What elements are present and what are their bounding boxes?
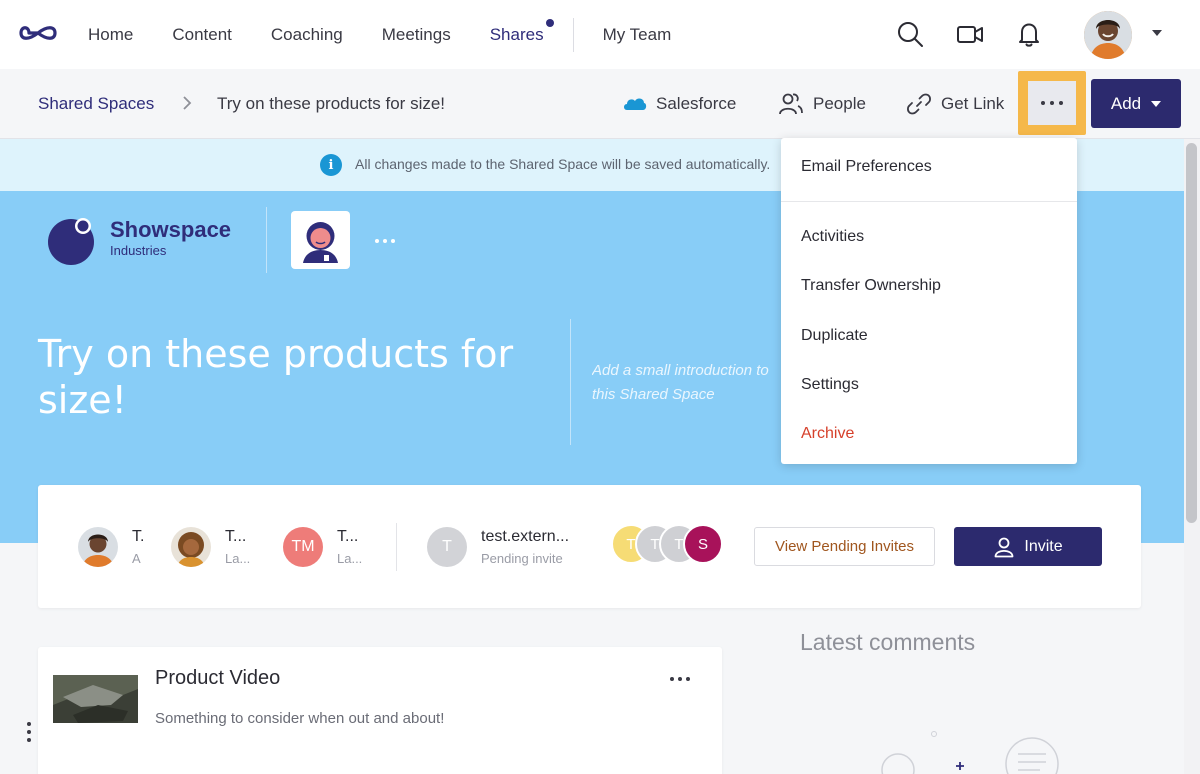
brand-subtitle: Industries [110, 243, 167, 258]
owner-options-icon[interactable] [375, 239, 395, 243]
showspace-logo-icon [48, 218, 94, 265]
get-link-button[interactable]: Get Link [906, 91, 1004, 117]
hero-divider [266, 207, 267, 273]
video-camera-icon[interactable] [956, 20, 984, 48]
breadcrumb-current: Try on these products for size! [217, 94, 446, 113]
member-item[interactable]: T. A [78, 527, 148, 569]
caret-down-icon [1151, 100, 1162, 107]
top-navigation: Home Content Coaching Meetings Shares My… [0, 0, 1200, 69]
menu-item-settings[interactable]: Settings [801, 376, 859, 394]
user-menu-caret-icon[interactable] [1152, 30, 1162, 36]
autosave-message: All changes made to the Shared Space wil… [355, 156, 771, 172]
breadcrumb-shared-spaces[interactable]: Shared Spaces [38, 94, 154, 114]
members-card: T. A T... La... TM T... La... T test.ext… [38, 485, 1141, 608]
user-icon [994, 537, 1014, 557]
app-logo-icon[interactable] [18, 22, 58, 44]
scrollbar-thumb[interactable] [1186, 143, 1197, 523]
invite-label: Invite [1024, 537, 1063, 555]
avatar-stack[interactable]: T T T S [611, 524, 731, 566]
member-name: T... [225, 528, 247, 545]
nav-shares-label: Shares [489, 24, 544, 44]
member-avatar: T [427, 527, 467, 567]
info-icon: i [320, 154, 342, 176]
user-avatar[interactable] [1084, 11, 1132, 59]
menu-item-archive[interactable]: Archive [801, 425, 854, 443]
member-item[interactable]: TM T... La... [283, 527, 373, 569]
member-role: La... [337, 551, 363, 566]
bell-icon[interactable] [1015, 20, 1043, 48]
get-link-label: Get Link [941, 94, 1005, 113]
nav-home[interactable]: Home [88, 25, 133, 45]
member-avatar [171, 527, 211, 567]
salesforce-cloud-icon [624, 98, 647, 110]
nav-my-team[interactable]: My Team [603, 25, 672, 45]
more-options-button[interactable] [1018, 71, 1086, 135]
members-divider [396, 523, 397, 571]
nav-divider [572, 17, 574, 52]
notification-dot [545, 18, 554, 27]
pending-invite-status: Pending invite [481, 551, 563, 566]
people-button[interactable]: People [778, 91, 866, 117]
latest-comments-heading: Latest comments [800, 629, 976, 655]
add-button[interactable]: Add [1091, 79, 1181, 128]
video-thumbnail[interactable] [53, 675, 138, 723]
content-options-icon[interactable] [670, 677, 690, 681]
empty-comments-illustration-icon [881, 731, 1059, 774]
member-avatar: TM [283, 527, 323, 567]
space-header: Shared Spaces Try on these products for … [0, 69, 1200, 139]
add-label: Add [1110, 93, 1142, 113]
introduction-input[interactable]: Add a small introduction to this Shared … [592, 359, 782, 409]
chevron-right-icon [183, 96, 192, 110]
content-description: Something to consider when out and about… [155, 710, 445, 727]
search-icon[interactable] [896, 20, 924, 48]
stack-avatar: S [683, 524, 723, 564]
salesforce-button[interactable]: Salesforce [622, 91, 736, 117]
link-icon [907, 93, 931, 115]
owner-avatar[interactable] [291, 211, 350, 269]
content-item-card[interactable]: Product Video Something to consider when… [38, 647, 722, 774]
drag-handle-icon[interactable] [27, 722, 31, 742]
brand-name: Showspace [110, 217, 232, 242]
salesforce-label: Salesforce [656, 94, 737, 113]
people-label: People [813, 94, 866, 113]
menu-item-transfer-ownership[interactable]: Transfer Ownership [801, 277, 941, 295]
more-options-menu: Email Preferences Activities Transfer Ow… [781, 138, 1077, 464]
space-title[interactable]: Try on these products for size! [38, 331, 538, 423]
member-name: test.extern... [481, 528, 570, 545]
member-avatar [78, 527, 118, 567]
menu-item-duplicate[interactable]: Duplicate [801, 327, 868, 345]
more-horizontal-icon [1028, 81, 1076, 125]
hero-divider [570, 319, 571, 445]
people-icon [779, 93, 803, 115]
member-item[interactable]: T... La... [171, 527, 261, 569]
pending-member-item[interactable]: T test.extern... Pending invite [427, 527, 587, 569]
menu-item-activities[interactable]: Activities [801, 228, 864, 246]
member-role: La... [225, 551, 251, 566]
nav-meetings[interactable]: Meetings [382, 25, 451, 45]
member-role: A [132, 551, 141, 566]
invite-button[interactable]: Invite [954, 527, 1102, 566]
member-name: T. [132, 528, 145, 545]
nav-content[interactable]: Content [172, 25, 232, 45]
view-pending-invites-button[interactable]: View Pending Invites [754, 527, 935, 566]
member-name: T... [337, 528, 359, 545]
menu-divider [781, 201, 1077, 202]
nav-coaching[interactable]: Coaching [271, 25, 343, 45]
menu-item-email-preferences[interactable]: Email Preferences [801, 158, 932, 176]
nav-shares[interactable]: Shares [489, 18, 554, 45]
content-title[interactable]: Product Video [155, 667, 280, 690]
